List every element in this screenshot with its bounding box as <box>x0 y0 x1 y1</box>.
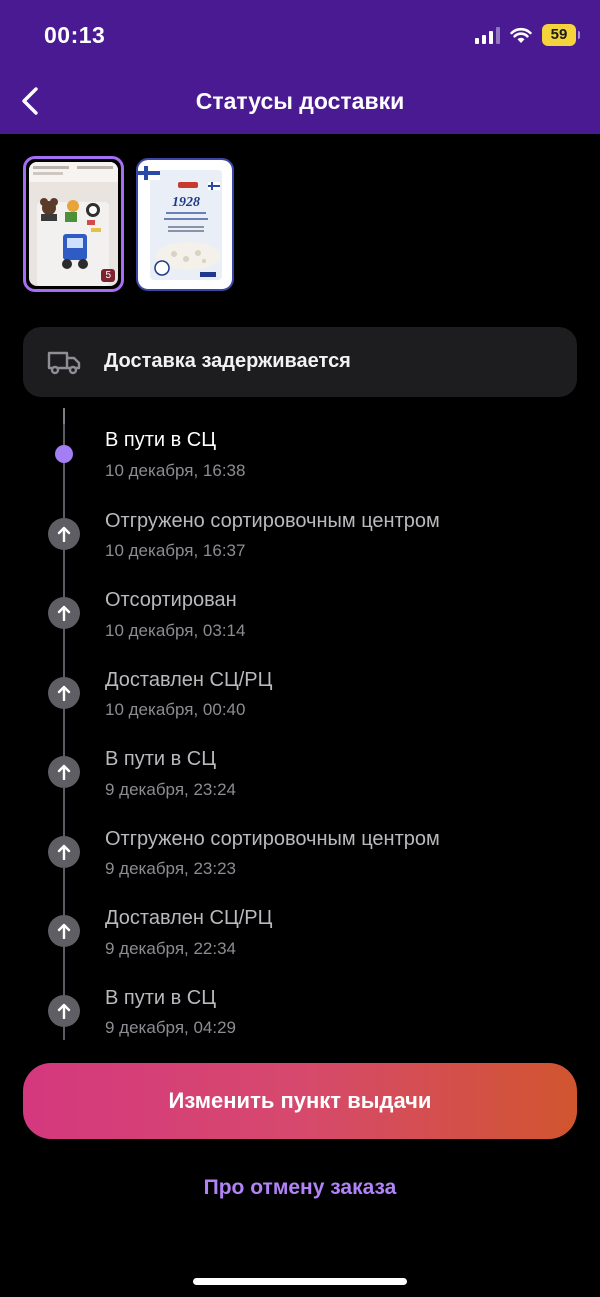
event-title: В пути в СЦ <box>105 987 217 1009</box>
arrow-up-icon <box>48 836 80 868</box>
product-thumbnails: 5 1928 <box>23 156 234 292</box>
product-image: 5 <box>29 162 118 286</box>
status-time: 00:13 <box>44 22 106 48</box>
arrow-up-icon <box>48 995 80 1027</box>
arrow-up-icon <box>48 915 80 947</box>
product-thumbnail-cake-topper[interactable]: 5 <box>23 156 124 292</box>
wifi-icon <box>510 27 532 43</box>
event-title: В пути в СЦ <box>105 429 217 451</box>
event-title: Отсортирован <box>105 589 237 611</box>
cellular-signal-icon <box>475 26 500 44</box>
timeline-line-top <box>63 408 65 424</box>
event-title: Отгружено сортировочным центром <box>105 510 440 532</box>
timeline-current-dot <box>55 445 73 463</box>
cancel-order-info-link[interactable]: Про отмену заказа <box>0 1176 600 1200</box>
battery-indicator: 59 <box>542 24 580 46</box>
event-date: 10 декабря, 16:38 <box>105 461 246 480</box>
event-date: 10 декабря, 16:37 <box>105 541 246 560</box>
home-indicator[interactable] <box>193 1278 407 1285</box>
event-date: 9 декабря, 23:23 <box>105 859 237 878</box>
arrow-up-icon <box>48 677 80 709</box>
product-image: 1928 <box>138 160 232 289</box>
quantity-badge: 5 <box>101 269 115 282</box>
arrow-up-icon <box>48 756 80 788</box>
event-title: Отгружено сортировочным центром <box>105 828 440 850</box>
event-date: 10 декабря, 00:40 <box>105 700 246 719</box>
event-title: Доставлен СЦ/РЦ <box>105 907 273 929</box>
arrow-up-icon <box>48 597 80 629</box>
event-title: В пути в СЦ <box>105 748 217 770</box>
change-pickup-point-button[interactable]: Изменить пункт выдачи <box>23 1063 577 1139</box>
event-date: 9 декабря, 22:34 <box>105 939 237 958</box>
brand-logo-text: 1928 <box>172 195 200 210</box>
event-date: 9 декабря, 04:29 <box>105 1018 237 1037</box>
page-title: Статусы доставки <box>195 88 405 114</box>
delivery-delay-card: Доставка задерживается <box>23 327 577 397</box>
arrow-up-icon <box>48 518 80 550</box>
delay-status-text: Доставка задерживается <box>104 350 351 372</box>
status-icons: 59 <box>475 24 580 46</box>
event-date: 9 декабря, 23:24 <box>105 780 237 799</box>
oat-flakes-image: 1928 <box>138 160 232 289</box>
product-thumbnail-oat-flakes[interactable]: 1928 <box>136 158 234 291</box>
event-title: Доставлен СЦ/РЦ <box>105 669 273 691</box>
event-date: 10 декабря, 03:14 <box>105 621 246 640</box>
app-header: 00:13 59 Статусы доставки <box>0 0 600 134</box>
truck-icon <box>47 351 81 375</box>
cake-topper-image <box>29 162 118 286</box>
